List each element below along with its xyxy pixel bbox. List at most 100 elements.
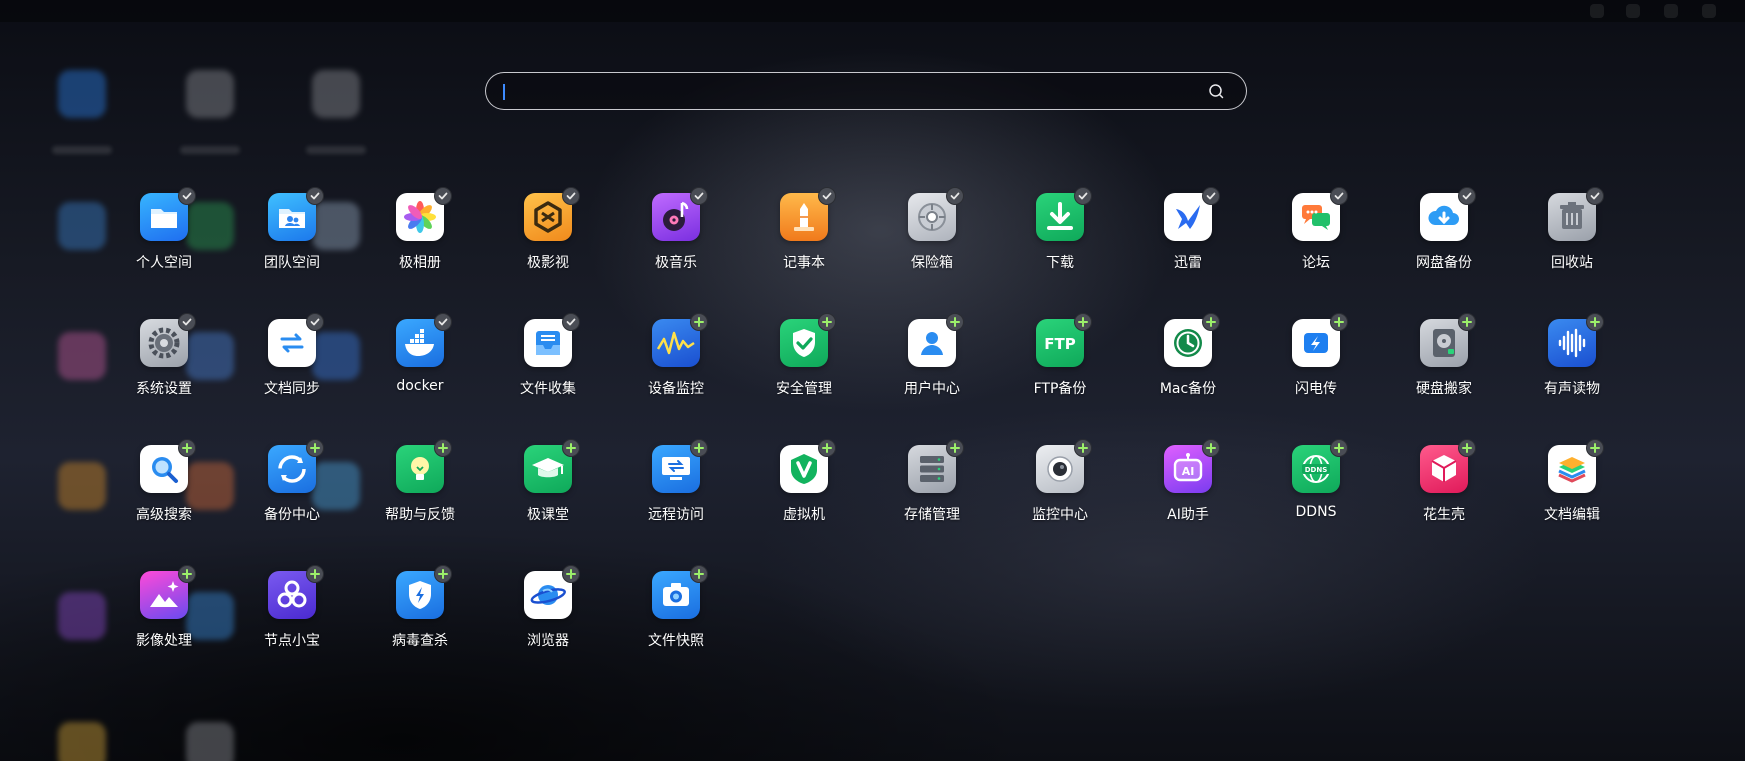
app-tile[interactable]: Mac备份 (1144, 313, 1232, 413)
add-to-desktop-icon[interactable] (178, 565, 196, 583)
app-label: FTP备份 (1033, 381, 1087, 397)
app-tile[interactable]: 保险箱 (888, 187, 976, 287)
app-tile[interactable]: 极相册 (376, 187, 464, 287)
app-tile[interactable]: 系统设置 (120, 313, 208, 413)
app-tile[interactable]: 文件收集 (504, 313, 592, 413)
add-to-desktop-icon[interactable] (1202, 439, 1220, 457)
pinned-check-icon[interactable] (1586, 187, 1604, 205)
status-icon (1664, 4, 1678, 18)
search-icon[interactable] (1208, 83, 1224, 99)
app-tile[interactable]: 浏览器 (504, 565, 592, 665)
app-tile[interactable]: 影像处理 (120, 565, 208, 665)
pinned-check-icon[interactable] (178, 313, 196, 331)
add-to-desktop-icon[interactable] (1586, 439, 1604, 457)
add-to-desktop-icon[interactable] (690, 313, 708, 331)
add-to-desktop-icon[interactable] (818, 439, 836, 457)
app-label: 高级搜索 (136, 507, 192, 523)
blurred-desktop-label (306, 146, 366, 154)
app-tile[interactable]: 个人空间 (120, 187, 208, 287)
add-to-desktop-icon[interactable] (434, 439, 452, 457)
pinned-check-icon[interactable] (434, 187, 452, 205)
app-label: 用户中心 (904, 381, 960, 397)
add-to-desktop-icon[interactable] (818, 313, 836, 331)
pinned-check-icon[interactable] (306, 187, 324, 205)
app-tile[interactable]: 设备监控 (632, 313, 720, 413)
add-to-desktop-icon[interactable] (434, 565, 452, 583)
app-tile[interactable]: 有声读物 (1528, 313, 1616, 413)
pinned-check-icon[interactable] (946, 187, 964, 205)
add-to-desktop-icon[interactable] (946, 439, 964, 457)
pinned-check-icon[interactable] (1458, 187, 1476, 205)
app-tile[interactable]: 文件快照 (632, 565, 720, 665)
app-tile[interactable]: 虚拟机 (760, 439, 848, 539)
app-label: 文档同步 (264, 381, 320, 397)
pinned-check-icon[interactable] (1074, 187, 1092, 205)
add-to-desktop-icon[interactable] (690, 565, 708, 583)
app-label: 安全管理 (776, 381, 832, 397)
app-tile[interactable]: 花生壳 (1400, 439, 1488, 539)
app-tile[interactable]: 记事本 (760, 187, 848, 287)
add-to-desktop-icon[interactable] (178, 439, 196, 457)
app-tile[interactable]: 回收站 (1528, 187, 1616, 287)
svg-text:FTP: FTP (1044, 335, 1075, 353)
add-to-desktop-icon[interactable] (1458, 313, 1476, 331)
app-tile[interactable]: 病毒查杀 (376, 565, 464, 665)
app-tile[interactable]: 极课堂 (504, 439, 592, 539)
pinned-check-icon[interactable] (178, 187, 196, 205)
pinned-check-icon[interactable] (1202, 187, 1220, 205)
app-tile[interactable]: 监控中心 (1016, 439, 1104, 539)
app-tile[interactable]: AI AI助手 (1144, 439, 1232, 539)
app-tile[interactable]: 极影视 (504, 187, 592, 287)
pinned-check-icon[interactable] (1330, 187, 1348, 205)
app-tile[interactable]: 节点小宝 (248, 565, 336, 665)
pinned-check-icon[interactable] (562, 313, 580, 331)
add-to-desktop-icon[interactable] (1330, 439, 1348, 457)
app-tile[interactable]: DDNS DDNS (1272, 439, 1360, 539)
app-tile[interactable]: 帮助与反馈 (376, 439, 464, 539)
add-to-desktop-icon[interactable] (306, 439, 324, 457)
app-tile[interactable]: docker (376, 313, 464, 413)
app-tile[interactable]: FTP FTP备份 (1016, 313, 1104, 413)
add-to-desktop-icon[interactable] (1458, 439, 1476, 457)
app-tile[interactable]: 文档编辑 (1528, 439, 1616, 539)
add-to-desktop-icon[interactable] (1202, 313, 1220, 331)
app-tile[interactable]: 安全管理 (760, 313, 848, 413)
app-tile[interactable]: 网盘备份 (1400, 187, 1488, 287)
add-to-desktop-icon[interactable] (1074, 313, 1092, 331)
status-icon (1626, 4, 1640, 18)
pinned-check-icon[interactable] (818, 187, 836, 205)
app-tile[interactable]: 极音乐 (632, 187, 720, 287)
blurred-desktop-icon (186, 722, 234, 761)
app-tile[interactable]: 闪电传 (1272, 313, 1360, 413)
add-to-desktop-icon[interactable] (1330, 313, 1348, 331)
add-to-desktop-icon[interactable] (1074, 439, 1092, 457)
app-tile[interactable]: 存储管理 (888, 439, 976, 539)
pinned-check-icon[interactable] (306, 313, 324, 331)
add-to-desktop-icon[interactable] (306, 565, 324, 583)
app-tile[interactable]: 文档同步 (248, 313, 336, 413)
add-to-desktop-icon[interactable] (1586, 313, 1604, 331)
search-input[interactable] (502, 78, 1186, 106)
app-label: 极相册 (399, 255, 441, 271)
app-tile[interactable]: 高级搜索 (120, 439, 208, 539)
app-tile[interactable]: 用户中心 (888, 313, 976, 413)
add-to-desktop-icon[interactable] (562, 565, 580, 583)
search-bar[interactable] (485, 72, 1247, 110)
pinned-check-icon[interactable] (690, 187, 708, 205)
app-tile[interactable]: 迅雷 (1144, 187, 1232, 287)
add-to-desktop-icon[interactable] (562, 439, 580, 457)
app-tile[interactable]: 论坛 (1272, 187, 1360, 287)
pinned-check-icon[interactable] (434, 313, 452, 331)
app-label: 极影视 (527, 255, 569, 271)
blurred-desktop-icon (186, 70, 234, 118)
app-tile[interactable]: 硬盘搬家 (1400, 313, 1488, 413)
app-tile[interactable]: 远程访问 (632, 439, 720, 539)
pinned-check-icon[interactable] (562, 187, 580, 205)
app-tile[interactable]: 备份中心 (248, 439, 336, 539)
add-to-desktop-icon[interactable] (946, 313, 964, 331)
app-tile[interactable]: 下载 (1016, 187, 1104, 287)
add-to-desktop-icon[interactable] (690, 439, 708, 457)
app-tile[interactable]: 团队空间 (248, 187, 336, 287)
app-label: 帮助与反馈 (385, 507, 455, 523)
app-label: 远程访问 (648, 507, 704, 523)
